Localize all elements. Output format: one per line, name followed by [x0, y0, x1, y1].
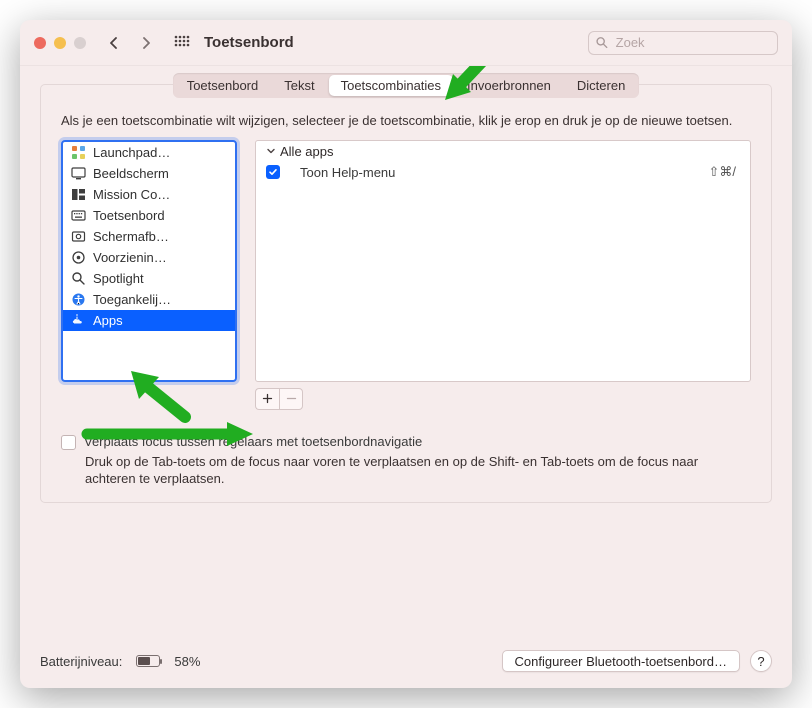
mission-icon: [71, 187, 86, 202]
help-button[interactable]: ?: [750, 650, 772, 672]
close-window-button[interactable]: [34, 37, 46, 49]
back-button[interactable]: [102, 31, 126, 55]
category-item[interactable]: Voorzienin…: [63, 247, 235, 268]
shortcut-checkbox[interactable]: [266, 165, 280, 179]
category-label: Toetsenbord: [93, 208, 165, 223]
tab-tekst[interactable]: Tekst: [272, 75, 326, 96]
apps-icon: [71, 313, 86, 328]
titlebar: Toetsenbord: [20, 20, 792, 66]
tabs: Toetsenbord Tekst Toetscombinaties Invoe…: [173, 73, 640, 98]
keyboard-nav-checkbox[interactable]: [61, 435, 76, 450]
category-item[interactable]: Toetsenbord: [63, 205, 235, 226]
category-label: Mission Co…: [93, 187, 170, 202]
category-item[interactable]: Launchpad…: [63, 142, 235, 163]
category-label: Spotlight: [93, 271, 144, 286]
main-panel: Toetsenbord Tekst Toetscombinaties Invoe…: [40, 84, 772, 503]
window-title: Toetsenbord: [204, 34, 294, 51]
instructions-text: Als je een toetscombinatie wilt wijzigen…: [41, 112, 771, 140]
category-label: Apps: [93, 313, 123, 328]
category-label: Schermafb…: [93, 229, 169, 244]
category-label: Voorzienin…: [93, 250, 167, 265]
add-shortcut-button[interactable]: [255, 388, 279, 410]
content-area: Toetsenbord Tekst Toetscombinaties Invoe…: [20, 66, 792, 638]
category-item[interactable]: Beeldscherm: [63, 163, 235, 184]
tab-dicteren[interactable]: Dicteren: [565, 75, 637, 96]
show-all-prefs-button[interactable]: [170, 31, 194, 55]
tab-toetscombinaties[interactable]: Toetscombinaties: [329, 75, 453, 96]
category-item[interactable]: Toegankelij…: [63, 289, 235, 310]
services-icon: [71, 250, 86, 265]
traffic-lights: [34, 37, 86, 49]
category-item[interactable]: Apps: [63, 310, 235, 331]
category-item[interactable]: Schermafb…: [63, 226, 235, 247]
launchpad-icon: [71, 145, 86, 160]
accessibility-icon: [71, 292, 86, 307]
battery-icon: [136, 655, 160, 667]
shortcuts-group-header[interactable]: Alle apps: [256, 141, 750, 162]
category-label: Beeldscherm: [93, 166, 169, 181]
battery-percentage: 58%: [174, 654, 200, 669]
keyboard-icon: [71, 208, 86, 223]
tab-toetsenbord[interactable]: Toetsenbord: [175, 75, 271, 96]
keyboard-nav-label: Verplaats focus tussen regelaars met toe…: [84, 434, 422, 449]
shortcut-label: Toon Help-menu: [292, 165, 708, 180]
shortcuts-list[interactable]: Alle apps Toon Help-menu ⇧⌘/: [255, 140, 751, 382]
shortcut-row[interactable]: Toon Help-menu ⇧⌘/: [256, 162, 750, 183]
minimize-window-button[interactable]: [54, 37, 66, 49]
forward-button[interactable]: [134, 31, 158, 55]
search-icon: [596, 36, 608, 49]
search-field[interactable]: [588, 31, 778, 55]
tab-invoerbronnen[interactable]: Invoerbronnen: [455, 75, 563, 96]
category-item[interactable]: Spotlight: [63, 268, 235, 289]
category-label: Launchpad…: [93, 145, 170, 160]
footer: Batterijniveau: 58% Configureer Bluetoot…: [20, 638, 792, 688]
add-remove-controls: [255, 388, 771, 410]
zoom-window-button[interactable]: [74, 37, 86, 49]
spotlight-icon: [71, 271, 86, 286]
display-icon: [71, 166, 86, 181]
shortcut-keys: ⇧⌘/: [708, 164, 736, 180]
keyboard-nav-desc: Druk op de Tab-toets om de focus naar vo…: [41, 450, 771, 488]
remove-shortcut-button[interactable]: [279, 388, 303, 410]
battery-label: Batterijniveau:: [40, 654, 122, 669]
category-list[interactable]: Launchpad… Beeldscherm Mission Co… Toetsenb…: [61, 140, 237, 382]
chevron-down-icon: [266, 146, 276, 156]
screenshot-icon: [71, 229, 86, 244]
category-label: Toegankelij…: [93, 292, 171, 307]
category-item[interactable]: Mission Co…: [63, 184, 235, 205]
prefs-window: Toetsenbord Toetsenbord Tekst Toetscombi…: [20, 20, 792, 688]
bluetooth-config-button[interactable]: Configureer Bluetooth-toetsenbord…: [502, 650, 740, 672]
search-input[interactable]: [614, 34, 770, 51]
shortcuts-group-label: Alle apps: [280, 144, 333, 159]
